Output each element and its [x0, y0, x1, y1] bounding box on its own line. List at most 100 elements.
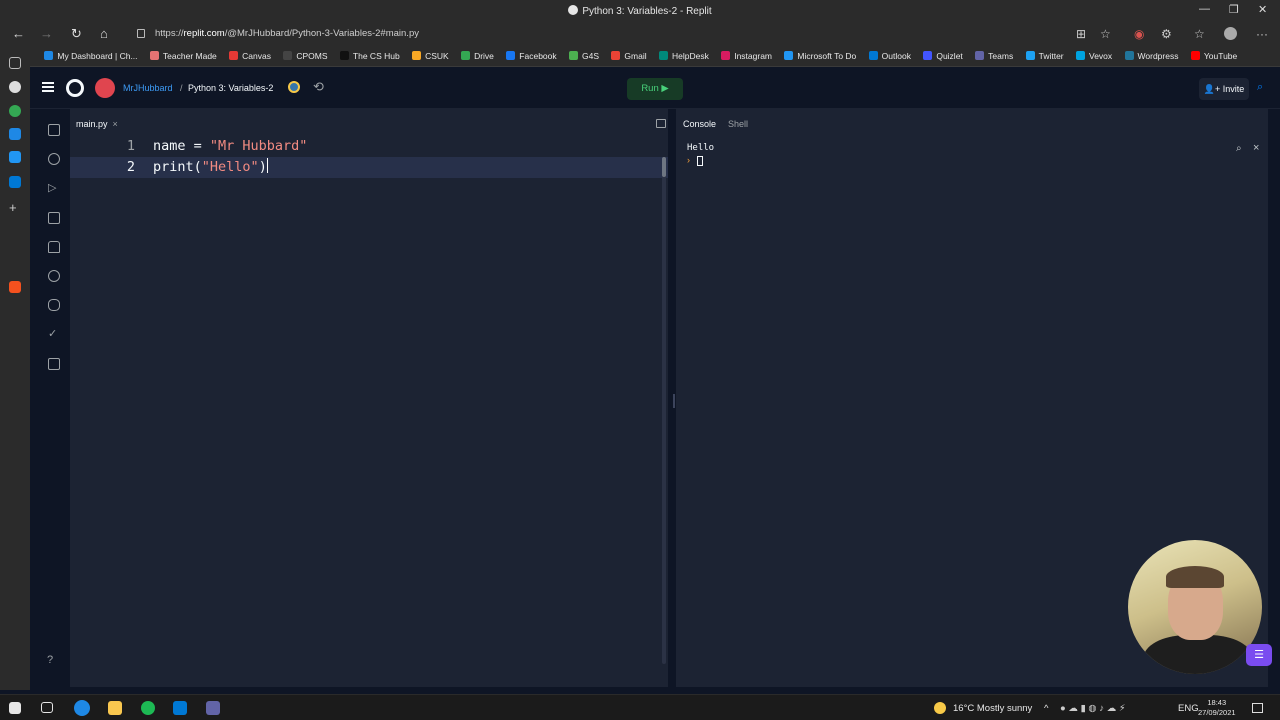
webcam-person-body [1143, 635, 1253, 674]
outlook-taskbar-icon[interactable] [173, 701, 187, 715]
repl-name[interactable]: Python 3: Variables-2 [188, 83, 273, 93]
close-tab-icon[interactable]: × [113, 119, 118, 129]
window-title: Python 3: Variables-2 - Replit [0, 5, 1280, 17]
packages-icon[interactable] [48, 212, 60, 224]
edge-taskbar-icon[interactable] [74, 700, 90, 716]
bookmark[interactable]: Teams [975, 51, 1013, 61]
bookmark[interactable]: Microsoft To Do [784, 51, 856, 61]
history-icon[interactable]: ⟲ [313, 79, 324, 95]
console-clear-icon[interactable]: × [1253, 142, 1259, 154]
code-line-active[interactable]: 2 print("Hello") [70, 157, 668, 178]
chat-icon[interactable]: ☰ [1246, 644, 1272, 666]
tab-shell[interactable]: Shell [728, 119, 748, 129]
language-indicator[interactable]: ENG [1178, 703, 1199, 714]
bookmark[interactable]: Gmail [611, 51, 647, 61]
bookmark[interactable]: CSUK [412, 51, 449, 61]
google-tab-icon[interactable] [9, 105, 21, 117]
bookmark[interactable]: Instagram [721, 51, 772, 61]
more-menu-icon[interactable]: ··· [1256, 27, 1268, 41]
run-button[interactable]: Run ▶ [627, 78, 683, 100]
bookmark[interactable]: Wordpress [1124, 51, 1178, 61]
tab-actions-icon[interactable] [9, 57, 21, 69]
outlook-tab-icon[interactable] [9, 176, 21, 188]
replit-logo-icon[interactable] [66, 79, 84, 97]
spotify-icon[interactable] [141, 701, 155, 715]
home-icon[interactable]: ⌂ [100, 26, 108, 41]
python-language-icon [288, 81, 300, 93]
office-tab-icon[interactable] [9, 281, 21, 293]
editor-scrollbar-thumb[interactable] [662, 157, 666, 177]
url-field[interactable]: https://replit.com/@MrJHubbard/Python-3-… [133, 26, 1073, 42]
bookmark-icon [149, 51, 159, 60]
bookmark[interactable]: Outlook [868, 51, 911, 61]
file-tab-main-py[interactable]: main.py × [76, 119, 118, 129]
refresh-icon[interactable]: ↻ [71, 26, 82, 42]
pane-resize-handle[interactable] [668, 109, 676, 687]
bookmark-icon [229, 51, 239, 60]
bookmark[interactable]: CPOMS [283, 51, 328, 61]
read-aloud-icon[interactable]: ⊞ [1076, 27, 1086, 41]
bookmark[interactable]: Drive [461, 51, 494, 61]
breadcrumb-user-link[interactable]: MrJHubbard [123, 83, 173, 93]
favorite-star-icon[interactable]: ☆ [1100, 27, 1111, 41]
clock[interactable]: 18:43 27/09/2021 [1198, 698, 1236, 718]
favorites-icon[interactable]: ☆ [1194, 27, 1205, 41]
version-control-icon[interactable] [48, 153, 60, 165]
bookmark[interactable]: Twitter [1025, 51, 1064, 61]
weather-text[interactable]: 16°C Mostly sunny [953, 703, 1032, 714]
invite-button[interactable]: 👤+ Invite [1199, 78, 1249, 100]
unit-tests-check-icon[interactable]: ✓ [48, 328, 60, 340]
bookmark[interactable]: HelpDesk [658, 51, 709, 61]
bookmark[interactable]: Vevox [1076, 51, 1112, 61]
task-view-icon[interactable] [41, 702, 53, 713]
database-icon[interactable] [48, 299, 60, 311]
restore-icon[interactable]: ❐ [1229, 3, 1239, 16]
canvas-tab-icon[interactable] [9, 128, 21, 140]
search-icon[interactable]: ⌕ [1257, 81, 1263, 94]
minimize-icon[interactable]: — [1199, 3, 1210, 15]
back-icon[interactable]: ← [12, 26, 25, 41]
bookmark-icon [1124, 51, 1134, 60]
editor-scrollbar[interactable] [662, 159, 666, 664]
user-avatar[interactable] [95, 78, 115, 98]
console-search-icon[interactable]: ⌕ [1236, 143, 1242, 154]
bookmark[interactable]: Canvas [229, 51, 271, 61]
add-tab-icon[interactable]: + [9, 201, 21, 214]
panel-layout-icon[interactable] [656, 119, 666, 128]
windows-taskbar: 16°C Mostly sunny ^ ● ☁ ▮ ◍ ♪ ☁ ⚡ ENG 18… [0, 694, 1280, 720]
resize-grip[interactable] [673, 394, 675, 408]
debugger-icon[interactable]: ▷ [48, 182, 60, 194]
extension-icon[interactable]: ◉ [1134, 27, 1144, 41]
code-line[interactable]: 1 name = "Mr Hubbard" [70, 136, 668, 157]
bookmark[interactable]: YouTube [1190, 51, 1237, 61]
weather-icon[interactable] [934, 702, 946, 714]
close-window-icon[interactable]: ✕ [1258, 3, 1267, 16]
help-button[interactable]: ? [47, 654, 53, 666]
notifications-icon[interactable] [1252, 703, 1263, 713]
menu-icon[interactable] [42, 82, 54, 92]
multiplayer-icon[interactable] [48, 358, 60, 370]
forward-icon[interactable]: → [40, 26, 53, 41]
files-icon[interactable] [48, 124, 60, 136]
replit-sidebar: ▷ ✓ ? [38, 109, 70, 687]
secrets-lock-icon[interactable] [48, 241, 60, 253]
bookmark[interactable]: Teacher Made [149, 51, 217, 61]
bookmark[interactable]: Facebook [506, 51, 557, 61]
file-explorer-icon[interactable] [108, 701, 122, 715]
teams-taskbar-icon[interactable] [206, 701, 220, 715]
extensions-puzzle-icon[interactable]: ⚙ [1161, 27, 1172, 41]
replit-tab-icon[interactable] [9, 81, 21, 93]
bookmark[interactable]: My Dashboard | Ch... [44, 51, 138, 61]
bookmark[interactable]: Quizlet [923, 51, 963, 61]
settings-gear-icon[interactable] [48, 270, 60, 282]
bookmark[interactable]: The CS Hub [339, 51, 400, 61]
tab-console[interactable]: Console [683, 119, 716, 129]
profile-avatar-icon[interactable] [1224, 27, 1237, 40]
windows-start-icon[interactable] [9, 702, 21, 714]
bookmark[interactable]: G4S [569, 51, 599, 61]
console-input-cursor[interactable] [697, 156, 703, 166]
todo-tab-icon[interactable] [9, 151, 21, 163]
tray-chevron-icon[interactable]: ^ [1044, 703, 1048, 714]
tray-icons[interactable]: ● ☁ ▮ ◍ ♪ ☁ ⚡ [1060, 703, 1126, 714]
bookmark-icon [868, 51, 878, 60]
